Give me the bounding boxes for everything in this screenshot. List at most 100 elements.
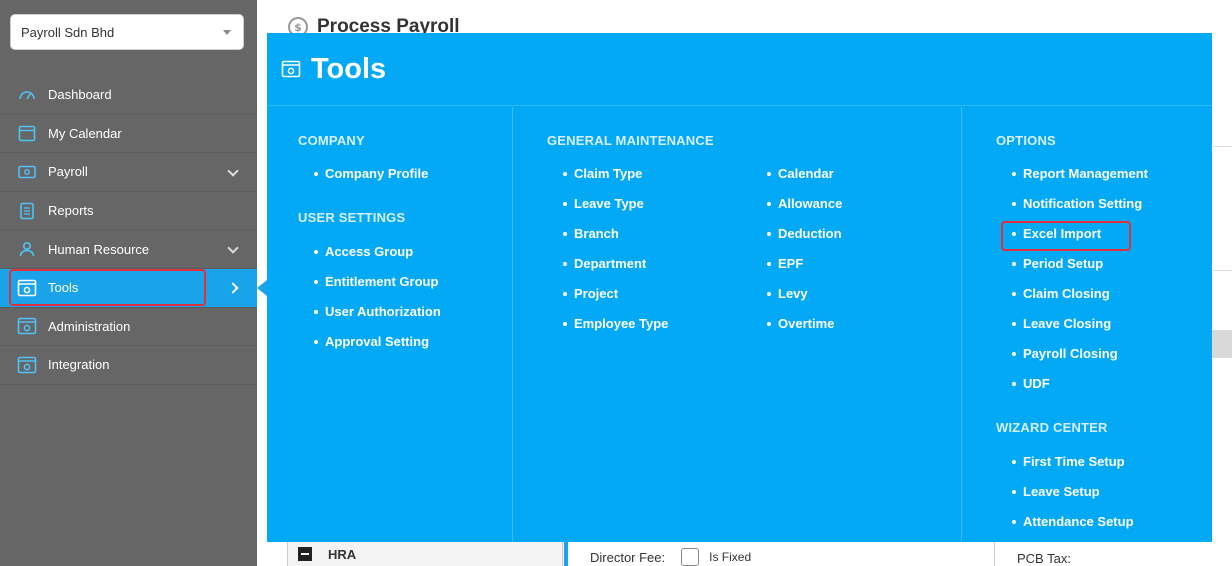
sidebar-item-dashboard[interactable]: Dashboard: [0, 76, 257, 115]
menu-item-deduction[interactable]: Deduction: [767, 226, 842, 256]
sidebar-item-label: Human Resource: [48, 241, 150, 257]
bullet-icon: [767, 232, 771, 236]
wizard-center-menu: First Time Setup Leave Setup Attendance Se…: [1012, 454, 1134, 544]
menu-item-epf[interactable]: EPF: [767, 256, 842, 286]
menu-item-label: Allowance: [778, 196, 843, 211]
menu-item-label: User Authorization: [325, 304, 441, 319]
bullet-icon: [563, 322, 567, 326]
menu-item-label: Levy: [778, 286, 808, 301]
collapse-icon[interactable]: [298, 547, 312, 561]
excel-import-highlight: [1001, 221, 1131, 251]
hra-label: HRA: [328, 546, 357, 562]
bullet-icon: [563, 232, 567, 236]
sidebar-nav: Dashboard My Calendar Payroll Reports Human …: [0, 76, 257, 385]
menu-item-project[interactable]: Project: [563, 286, 668, 316]
integration-icon: [17, 355, 37, 375]
menu-item-claim-type[interactable]: Claim Type: [563, 166, 668, 196]
company-select[interactable]: Payroll Sdn Bhd: [10, 14, 244, 50]
sidebar-item-reports[interactable]: Reports: [0, 192, 257, 231]
section-title-company: COMPANY: [298, 133, 365, 148]
menu-item-label: EPF: [778, 256, 804, 271]
payroll-icon: [17, 162, 37, 182]
menu-item-leave-closing[interactable]: Leave Closing: [1012, 316, 1148, 346]
menu-item-label: Employee Type: [574, 316, 669, 331]
menu-item-payroll-closing[interactable]: Payroll Closing: [1012, 346, 1148, 376]
chevron-down-icon: [223, 30, 231, 35]
sidebar-item-my-calendar[interactable]: My Calendar: [0, 115, 257, 154]
menu-item-leave-setup[interactable]: Leave Setup: [1012, 484, 1134, 514]
sidebar-item-payroll[interactable]: Payroll: [0, 153, 257, 192]
menu-item-calendar[interactable]: Calendar: [767, 166, 842, 196]
menu-item-label: Leave Closing: [1023, 316, 1112, 331]
menu-item-entitlement-group[interactable]: Entitlement Group: [314, 274, 441, 304]
is-fixed-label: Is Fixed: [709, 550, 752, 564]
sidebar-item-administration[interactable]: Administration: [0, 308, 257, 347]
menu-item-label: Attendance Setup: [1023, 514, 1134, 529]
menu-item-label: Claim Closing: [1023, 286, 1110, 301]
bullet-icon: [1012, 490, 1016, 494]
hra-row[interactable]: HRA: [287, 542, 563, 566]
sidebar-item-label: Reports: [48, 203, 94, 219]
bullet-icon: [314, 340, 318, 344]
menu-pointer: [257, 280, 267, 296]
sidebar-item-label: Integration: [48, 357, 110, 373]
sidebar-item-integration[interactable]: Integration: [0, 346, 257, 385]
menu-item-company-profile[interactable]: Company Profile: [314, 166, 428, 196]
menu-item-label: Calendar: [778, 166, 834, 181]
administration-icon: [17, 316, 37, 336]
calendar-icon: [17, 123, 37, 143]
menu-item-period-setup[interactable]: Period Setup: [1012, 256, 1148, 286]
options-menu: Report Management Notification Setting Exc…: [1012, 166, 1148, 406]
menu-item-overtime[interactable]: Overtime: [767, 316, 842, 346]
menu-item-claim-closing[interactable]: Claim Closing: [1012, 286, 1148, 316]
section-title-general-maintenance: GENERAL MAINTENANCE: [547, 133, 714, 148]
dashboard-icon: [17, 85, 37, 105]
menu-item-leave-type[interactable]: Leave Type: [563, 196, 668, 226]
section-title-options: OPTIONS: [996, 133, 1056, 148]
menu-item-udf[interactable]: UDF: [1012, 376, 1148, 406]
is-fixed-checkbox[interactable]: [681, 548, 700, 566]
pcb-tax-label: PCB Tax:: [1017, 551, 1071, 566]
menu-item-levy[interactable]: Levy: [767, 286, 842, 316]
menu-item-attendance-setup[interactable]: Attendance Setup: [1012, 514, 1134, 544]
menu-item-user-authorization[interactable]: User Authorization: [314, 304, 441, 334]
menu-item-label: Claim Type: [574, 166, 643, 181]
bullet-icon: [314, 280, 318, 284]
menu-item-approval-setting[interactable]: Approval Setting: [314, 334, 441, 364]
menu-item-label: Branch: [574, 226, 619, 241]
menu-item-label: Overtime: [778, 316, 835, 331]
menu-item-label: Leave Setup: [1023, 484, 1100, 499]
bullet-icon: [767, 172, 771, 176]
bullet-icon: [1012, 322, 1016, 326]
bullet-icon: [314, 172, 318, 176]
sidebar-item-label: Dashboard: [48, 87, 112, 103]
menu-item-department[interactable]: Department: [563, 256, 668, 286]
bullet-icon: [1012, 262, 1016, 266]
sidebar-item-human-resource[interactable]: Human Resource: [0, 230, 257, 269]
menu-item-allowance[interactable]: Allowance: [767, 196, 842, 226]
table-header-strip: [1212, 330, 1232, 358]
chevron-down-icon: [227, 165, 239, 177]
menu-item-label: Period Setup: [1023, 256, 1104, 271]
selection-bar: [564, 542, 568, 566]
tools-menu-panel: Tools COMPANY Company Profile USER SETTI…: [267, 33, 1212, 542]
menu-item-branch[interactable]: Branch: [563, 226, 668, 256]
bullet-icon: [767, 292, 771, 296]
menu-item-label: Company Profile: [325, 166, 429, 181]
tools-title: Tools: [311, 52, 387, 85]
menu-item-label: Deduction: [778, 226, 842, 241]
divider: [1212, 146, 1232, 147]
bullet-icon: [563, 262, 567, 266]
menu-item-access-group[interactable]: Access Group: [314, 244, 441, 274]
menu-item-employee-type[interactable]: Employee Type: [563, 316, 668, 346]
human-resource-icon: [17, 239, 37, 259]
bullet-icon: [1012, 460, 1016, 464]
menu-item-label: Leave Type: [574, 196, 644, 211]
tools-icon: [281, 60, 301, 78]
company-select-value: Payroll Sdn Bhd: [21, 24, 115, 40]
menu-item-label: Project: [574, 286, 619, 301]
tools-highlight-outline: [9, 269, 206, 306]
director-fee-label: Director Fee:: [590, 549, 666, 565]
menu-item-first-time-setup[interactable]: First Time Setup: [1012, 454, 1134, 484]
menu-item-report-management[interactable]: Report Management: [1012, 166, 1148, 196]
